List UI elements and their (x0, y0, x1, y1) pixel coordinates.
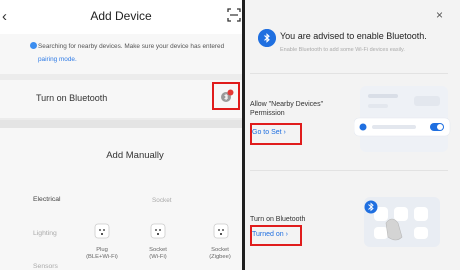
socket-icon[interactable] (212, 222, 230, 240)
page-title: Add Device (90, 9, 152, 23)
socket-icon[interactable] (149, 222, 167, 240)
goto-settings-link[interactable]: Go to Set › (252, 129, 286, 136)
category-lighting[interactable]: Lighting (33, 230, 57, 237)
plug-icon[interactable] (93, 222, 111, 240)
dialog-subtitle: Enable Bluetooth to add some Wi-Fi devic… (280, 47, 405, 53)
scan-icon[interactable] (227, 8, 241, 22)
bluetooth-prompt-label: Turn on Bluetooth (36, 93, 108, 103)
section-gap (0, 120, 242, 128)
socket-section-label: Socket (152, 197, 172, 204)
nearby-devices-permission-label: Allow "Nearby Devices" Permission (250, 101, 324, 117)
permission-illustration-icon (354, 86, 451, 152)
dialog-title: You are advised to enable Bluetooth. (280, 31, 427, 41)
bluetooth-illustration-icon (364, 197, 440, 247)
device-label: Socket (Wi-Fi) (149, 247, 167, 260)
divider-line (250, 170, 448, 171)
bluetooth-alert-icon[interactable] (220, 89, 234, 103)
search-status-text: Searching for nearby devices. Make sure … (38, 40, 240, 66)
searching-indicator-icon (30, 42, 37, 49)
search-status-message: Searching for nearby devices. Make sure … (38, 43, 225, 50)
device-label: Socket (Zigbee) (209, 247, 231, 260)
add-device-screen: ‹ Add Device Searching for nearby device… (0, 0, 242, 270)
bluetooth-icon (258, 29, 276, 47)
divider-line (250, 73, 448, 74)
category-sensors[interactable]: Sensors (33, 263, 58, 270)
category-electrical[interactable]: Electrical (33, 196, 61, 203)
turned-on-link[interactable]: Turned on › (252, 231, 288, 238)
close-icon[interactable]: × (436, 8, 443, 22)
turn-on-bluetooth-label: Turn on Bluetooth (250, 216, 306, 223)
device-label: Plug (BLE+Wi-Fi) (86, 247, 118, 260)
pairing-mode-link[interactable]: pairing mode. (38, 56, 77, 63)
add-manually-title: Add Manually (106, 150, 164, 161)
